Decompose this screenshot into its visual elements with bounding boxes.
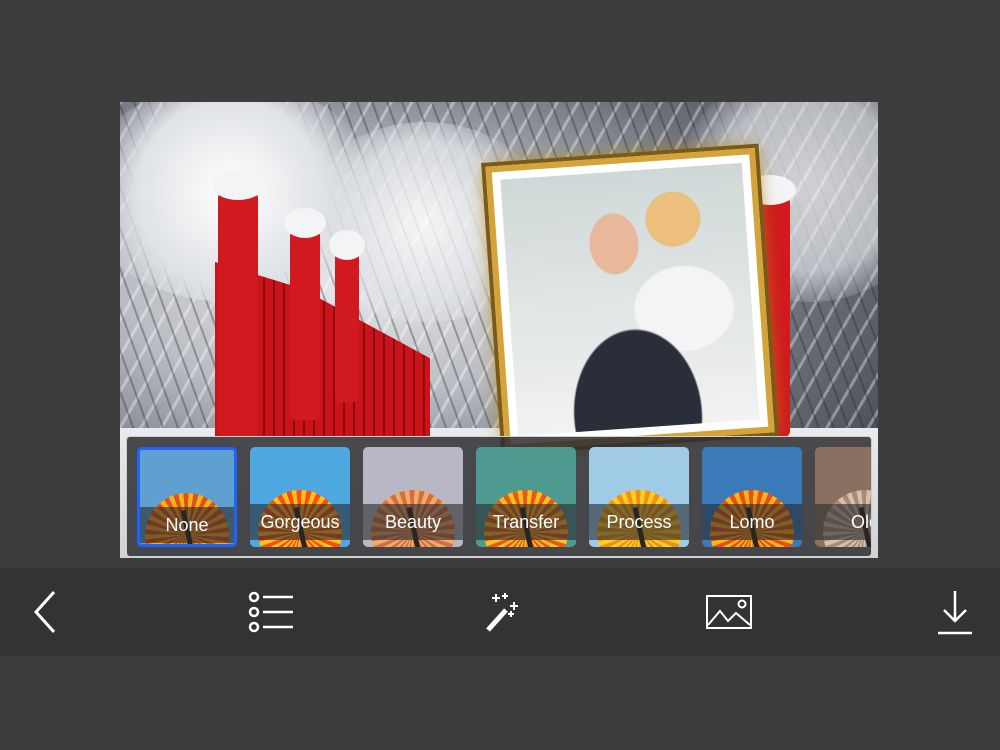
filter-label: Lomo bbox=[702, 504, 802, 540]
filter-lomo[interactable]: Lomo bbox=[702, 447, 802, 547]
chevron-left-icon bbox=[33, 590, 56, 634]
download-button[interactable] bbox=[935, 586, 975, 638]
effects-button[interactable] bbox=[475, 586, 525, 638]
filter-strip[interactable]: None Gorgeous Beauty Transfer Process Lomo Old bbox=[126, 436, 872, 557]
couple-photo[interactable] bbox=[500, 162, 760, 437]
filter-gorgeous[interactable]: Gorgeous bbox=[250, 447, 350, 547]
filter-label: Old bbox=[815, 504, 871, 540]
filter-old[interactable]: Old bbox=[815, 447, 871, 547]
filter-label: None bbox=[140, 507, 234, 543]
list-icon bbox=[248, 591, 293, 633]
filter-process[interactable]: Process bbox=[589, 447, 689, 547]
gold-photo-frame[interactable] bbox=[485, 147, 775, 452]
download-icon bbox=[938, 591, 972, 635]
filter-transfer[interactable]: Transfer bbox=[476, 447, 576, 547]
filter-label: Process bbox=[589, 504, 689, 540]
back-button[interactable] bbox=[25, 586, 65, 638]
filter-label: Gorgeous bbox=[250, 504, 350, 540]
filter-none[interactable]: None bbox=[137, 447, 237, 547]
filter-label: Transfer bbox=[476, 504, 576, 540]
bottom-toolbar bbox=[0, 568, 1000, 656]
filter-beauty[interactable]: Beauty bbox=[363, 447, 463, 547]
filter-label: Beauty bbox=[363, 504, 463, 540]
background-image-button[interactable] bbox=[703, 586, 755, 638]
image-icon bbox=[706, 595, 752, 629]
magic-wand-icon bbox=[486, 593, 518, 632]
frames-list-button[interactable] bbox=[245, 586, 297, 638]
